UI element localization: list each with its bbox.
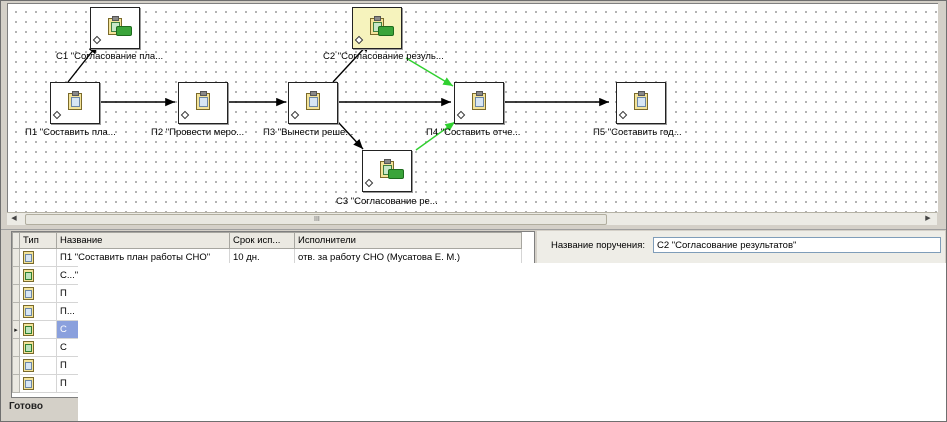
link-p1-c1: [67, 43, 99, 83]
scroll-right-icon[interactable]: ▶: [923, 214, 933, 224]
port-handle[interactable]: [364, 178, 374, 188]
node-c2-label: С2 "Согласование резуль...: [323, 51, 444, 62]
approve-icon: [378, 26, 394, 36]
horizontal-scrollbar[interactable]: ◀ III ▶: [7, 212, 937, 225]
column-header-assignees[interactable]: Исполнители: [294, 232, 522, 249]
node-p5[interactable]: [616, 82, 666, 124]
scrollbar-thumb[interactable]: III: [25, 214, 607, 225]
row-indicator[interactable]: [12, 248, 20, 267]
assignment-name-field[interactable]: С2 "Согласование результатов": [653, 237, 941, 253]
task-icon: [23, 359, 34, 372]
port-handle[interactable]: [180, 110, 190, 120]
node-p2-label: П2 "Провести меро...: [151, 127, 245, 138]
row-indicator[interactable]: [12, 374, 20, 393]
row-indicator[interactable]: ▸: [12, 320, 20, 339]
row-type: [19, 284, 57, 303]
node-p3[interactable]: [288, 82, 338, 124]
process-diagram[interactable]: С1 "Согласование пла... С2 "Согласование…: [7, 3, 938, 212]
approve-icon: [23, 323, 34, 336]
app-window: С1 "Согласование пла... С2 "Согласование…: [0, 0, 947, 422]
row-type: [19, 338, 57, 357]
port-handle[interactable]: [354, 35, 364, 45]
approve-icon: [388, 169, 404, 179]
node-c3[interactable]: [362, 150, 412, 192]
row-type: [19, 302, 57, 321]
node-p4[interactable]: [454, 82, 504, 124]
details-form: Название поручения: С2 "Согласование рез…: [541, 231, 945, 261]
link-c2-p4: [405, 57, 454, 87]
status-bar: Готово: [9, 401, 44, 412]
node-p1[interactable]: [50, 82, 100, 124]
port-handle[interactable]: [456, 110, 466, 120]
column-header-type[interactable]: Тип: [19, 232, 57, 249]
node-p4-label: П4 "Составить отче...: [426, 127, 521, 138]
node-p1-label: П1 "Составить пла...: [25, 127, 116, 138]
document-icon: [68, 91, 82, 110]
task-icon: [23, 377, 34, 390]
document-icon: [196, 91, 210, 110]
node-c2[interactable]: [352, 7, 402, 49]
row-indicator[interactable]: [12, 356, 20, 375]
scroll-left-icon[interactable]: ◀: [9, 214, 19, 224]
node-c1[interactable]: [90, 7, 140, 49]
port-handle[interactable]: [52, 110, 62, 120]
document-icon: [306, 91, 320, 110]
row-type: [19, 266, 57, 285]
task-icon: [23, 305, 34, 318]
column-header-name[interactable]: Название: [56, 232, 230, 249]
column-header-duration[interactable]: Срок исп...: [229, 232, 295, 249]
row-indicator[interactable]: [12, 284, 20, 303]
document-icon: [472, 91, 486, 110]
node-c3-label: С3 "Согласование ре...: [336, 196, 438, 207]
row-type: [19, 248, 57, 267]
task-icon: [23, 251, 34, 264]
task-icon: [23, 287, 34, 300]
node-c1-label: С1 "Согласование пла...: [56, 51, 164, 62]
port-handle[interactable]: [92, 35, 102, 45]
node-p5-label: П5 "Составить год...: [593, 127, 682, 138]
table-header: Тип Название Срок исп... Исполнители: [12, 232, 522, 249]
node-p3-label: П3 "Вынести реше...: [263, 127, 354, 138]
port-handle[interactable]: [290, 110, 300, 120]
row-indicator[interactable]: [12, 302, 20, 321]
row-indicator-header: [12, 232, 20, 249]
overlay-panel: [78, 263, 946, 421]
row-type: [19, 374, 57, 393]
row-type: [19, 356, 57, 375]
approve-icon: [23, 269, 34, 282]
node-p2[interactable]: [178, 82, 228, 124]
port-handle[interactable]: [618, 110, 628, 120]
assignment-name-label: Название поручения:: [551, 240, 646, 251]
row-type: [19, 320, 57, 339]
row-indicator[interactable]: [12, 266, 20, 285]
panel-splitter[interactable]: [1, 225, 946, 230]
scroll-grip: III: [314, 216, 320, 223]
document-icon: [634, 91, 648, 110]
approve-icon: [23, 341, 34, 354]
row-indicator[interactable]: [12, 338, 20, 357]
approve-icon: [116, 26, 132, 36]
